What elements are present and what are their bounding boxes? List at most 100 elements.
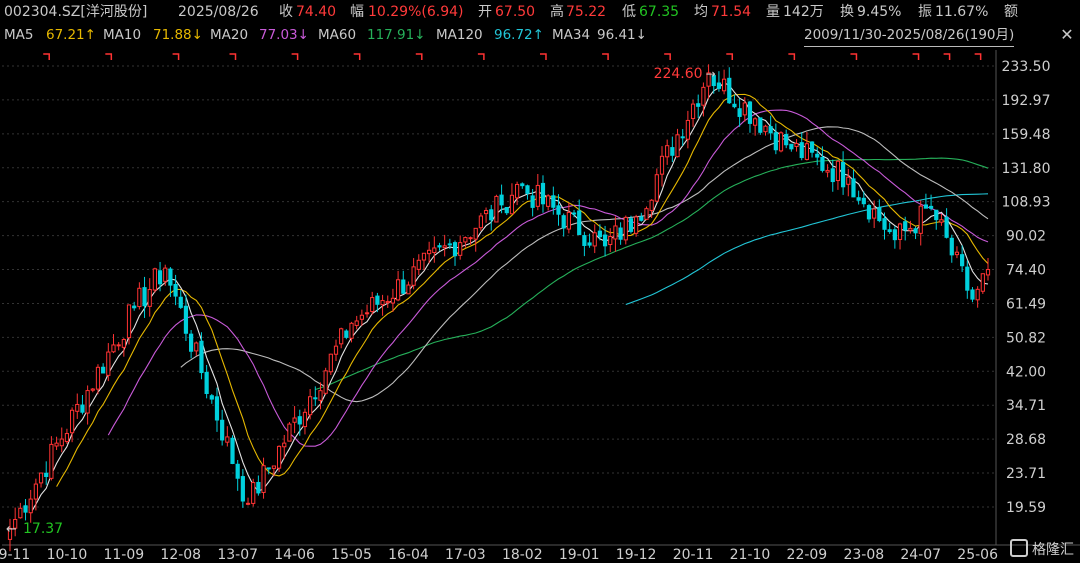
candle (928, 194, 934, 211)
ma60-value: 117.91↓ (367, 27, 426, 43)
x-tick-label: 22-09 (787, 547, 828, 563)
candle-body (975, 288, 980, 301)
candle-body (395, 279, 401, 301)
candle-body (504, 207, 509, 214)
candle-body (939, 219, 944, 223)
candle (220, 409, 225, 446)
candle (75, 393, 80, 419)
candle-body (292, 417, 297, 423)
candle (209, 393, 214, 404)
candle (323, 367, 328, 395)
ma20-line (107, 109, 989, 447)
dividend-mark (172, 53, 180, 60)
ma20-value: 77.03↓ (259, 27, 309, 43)
candle (178, 290, 183, 310)
candle (690, 99, 696, 127)
candle-body (690, 103, 696, 119)
candle (163, 264, 168, 286)
ma120-line (625, 193, 989, 306)
candle (985, 257, 991, 281)
candle (861, 191, 866, 208)
candle (577, 199, 582, 236)
candle (308, 389, 313, 420)
y-tick-label: 28.68 (1006, 432, 1046, 448)
candle-body (846, 176, 851, 185)
ma-legend-bar: MA5 67.21↑ MA10 71.88↓ MA20 77.03↓ MA60 … (0, 24, 1080, 47)
candle (339, 327, 344, 349)
avg-label: 均 (694, 4, 708, 20)
x-tick-label: 09-11 (0, 547, 30, 563)
candle-body (458, 242, 463, 256)
candle-body (851, 178, 856, 198)
candle (701, 82, 706, 117)
candle (835, 160, 841, 190)
candle-body (401, 279, 406, 294)
x-tick-label: 15-05 (331, 547, 372, 563)
candle-body (970, 289, 975, 300)
candle-body (716, 82, 722, 89)
candle (33, 478, 38, 511)
candle (665, 139, 670, 165)
candle-body (561, 215, 566, 229)
candle (680, 129, 685, 146)
ma5-value: 67.21↑ (46, 27, 96, 43)
candle-body (276, 445, 282, 469)
candle-body (287, 423, 292, 442)
candle-body (411, 266, 416, 286)
candle-body (370, 297, 375, 313)
candle (913, 226, 918, 240)
candle (872, 200, 877, 229)
quote-date: 2025/08/26 (178, 4, 259, 20)
amplitude-label: 振 (918, 4, 932, 20)
candle-body (789, 143, 794, 150)
stock-code[interactable]: 002304.SZ[洋河股份] (4, 0, 147, 24)
candle (266, 467, 271, 475)
ma10-label: MA10 (103, 27, 142, 43)
candle (80, 394, 85, 415)
candle-body (944, 216, 949, 238)
candle-body (297, 416, 302, 425)
close-icon[interactable]: ✕ (1058, 26, 1076, 44)
candle (597, 224, 603, 241)
y-tick-label: 159.48 (1002, 127, 1051, 143)
ma5-line (30, 81, 989, 514)
candle-body (949, 237, 954, 256)
volume-label: 量 (766, 4, 780, 20)
candle-body (364, 312, 370, 315)
top-marks (43, 53, 982, 60)
candle (85, 385, 90, 425)
candle (473, 227, 478, 252)
candle (944, 208, 949, 239)
candle-body (261, 465, 266, 493)
candle-body (390, 297, 396, 304)
amount-label: 额 (1004, 4, 1018, 20)
candle (385, 295, 390, 308)
date-range[interactable]: 2009/11/30-2025/08/26(190月) (804, 24, 1015, 47)
candle-body (535, 184, 540, 207)
candle-body (416, 259, 421, 270)
candle (199, 332, 204, 380)
candle-body (421, 252, 427, 261)
candle (856, 190, 861, 205)
ma34-label: MA34 (552, 27, 591, 43)
candlestick-chart[interactable]: 233.50 192.97 159.48 131.80 108.93 90.02 74.40… (0, 0, 1080, 563)
max-arrow: → (706, 67, 716, 81)
candle-body (566, 211, 571, 230)
candle-body (918, 205, 923, 234)
candle (432, 236, 437, 263)
candle (892, 226, 897, 249)
candle (168, 267, 173, 297)
candle-body (116, 344, 121, 347)
candle (571, 209, 577, 218)
candle (364, 304, 370, 318)
candle (463, 236, 468, 248)
candle-body (515, 183, 520, 199)
candle-body (623, 216, 628, 241)
candle (546, 194, 551, 211)
candle (416, 254, 421, 275)
x-tick-label: 13-07 (217, 547, 258, 563)
candle-body (815, 153, 820, 158)
candle-body (375, 295, 380, 305)
candle (225, 426, 230, 447)
dividend-mark (415, 53, 423, 60)
